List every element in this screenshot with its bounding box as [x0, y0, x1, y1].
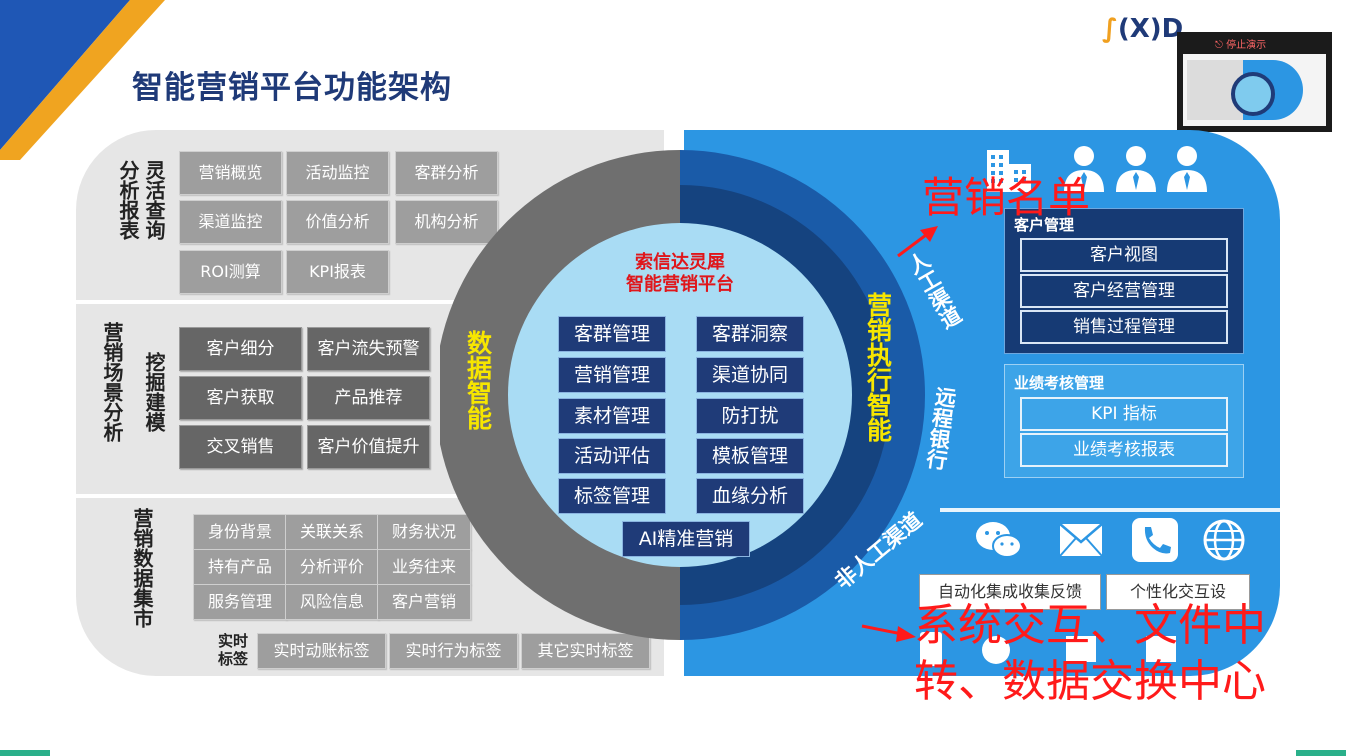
realtime-tags-label: 实时标签: [217, 632, 248, 668]
btn-risk-info[interactable]: 风险信息: [285, 584, 379, 620]
section2-label-col1: 营销场景分析: [100, 322, 124, 447]
kpi-mgmt-title: 业绩考核管理: [1014, 374, 1105, 392]
btn-value-analysis[interactable]: 价值分析: [286, 200, 389, 244]
btn-marketing-mgmt[interactable]: 营销管理: [558, 357, 666, 393]
stop-presentation-label: 停止演示: [1226, 40, 1267, 51]
integral-icon: ∫: [1102, 14, 1118, 44]
btn-kpi-indicator[interactable]: KPI 指标: [1020, 397, 1228, 431]
btn-customer-view[interactable]: 客户视图: [1020, 238, 1228, 272]
stop-presentation-button[interactable]: ⎋ 停止演示: [1215, 36, 1266, 51]
platform-title-line2: 智能营销平台: [626, 274, 734, 295]
section2-label-col2: 挖掘建模: [142, 352, 166, 437]
btn-channel-collab[interactable]: 渠道协同: [696, 357, 804, 393]
btn-analysis-rating[interactable]: 分析评价: [285, 549, 379, 585]
platform-title-line1: 索信达灵犀: [635, 252, 725, 273]
marketing-execution-label: 营销执行智能: [860, 292, 896, 449]
btn-held-products[interactable]: 持有产品: [193, 549, 287, 585]
btn-channel-monitor[interactable]: 渠道监控: [179, 200, 282, 244]
btn-service-management[interactable]: 服务管理: [193, 584, 287, 620]
btn-customer-segmentation[interactable]: 客户细分: [179, 327, 302, 371]
btn-roi-calc[interactable]: ROI测算: [179, 250, 282, 294]
page-title: 智能营销平台功能架构: [132, 70, 452, 106]
data-intelligence-label: 数据智能: [460, 330, 496, 437]
btn-realtime-transaction-tags[interactable]: 实时动账标签: [257, 633, 386, 669]
section-divider: [940, 508, 1280, 512]
label-text: 数据智能: [463, 330, 493, 430]
btn-segment-insight[interactable]: 客群洞察: [696, 316, 804, 352]
mail-icon: [1059, 523, 1103, 557]
globe-icon: [1203, 519, 1245, 561]
btn-ai-precision-marketing[interactable]: AI精准营销: [622, 521, 750, 557]
label-text: 营销执行智能: [863, 292, 893, 442]
arrow-icon: [897, 226, 938, 258]
bottom-accent: [0, 750, 50, 756]
btn-segment-mgmt[interactable]: 客群管理: [558, 316, 666, 352]
btn-lineage-analysis[interactable]: 血缘分析: [696, 478, 804, 514]
section3-label: 营销数据集市: [130, 508, 154, 633]
annotation-line1: 系统交互、文件中: [914, 600, 1266, 651]
arrow-icon: [861, 624, 916, 642]
section1-label-col1: 分析报表: [116, 160, 140, 245]
btn-identity-background[interactable]: 身份背景: [193, 514, 287, 550]
btn-activity-eval[interactable]: 活动评估: [558, 438, 666, 474]
btn-product-recommend[interactable]: 产品推荐: [307, 376, 430, 420]
preview-thumbnail: [1183, 54, 1326, 126]
label-text: 营销数据集市: [130, 508, 154, 628]
company-logo: ∫(X)D: [1102, 14, 1183, 44]
presentation-preview[interactable]: ⎋ 停止演示: [1177, 32, 1332, 132]
btn-marketing-overview[interactable]: 营销概览: [179, 151, 282, 195]
label-text: 灵活查询: [142, 160, 166, 240]
phone-icon: [1132, 518, 1178, 562]
annotation-system-interaction: 系统交互、文件中 转、数据交换中心: [914, 598, 1266, 710]
btn-relationships[interactable]: 关联关系: [285, 514, 379, 550]
btn-churn-warning[interactable]: 客户流失预警: [307, 327, 430, 371]
label-text: 挖掘建模: [142, 352, 166, 432]
platform-title: 索信达灵犀 智能营销平台: [600, 252, 760, 296]
label-text: 营销场景分析: [100, 322, 124, 442]
btn-performance-report[interactable]: 业绩考核报表: [1020, 433, 1228, 467]
btn-tag-mgmt[interactable]: 标签管理: [558, 478, 666, 514]
wechat-icon: [976, 522, 1022, 558]
btn-material-mgmt[interactable]: 素材管理: [558, 398, 666, 434]
logo-text: (X)D: [1117, 14, 1184, 44]
annotation-line2: 转、数据交换中心: [914, 656, 1266, 707]
label-text: 分析报表: [116, 160, 140, 240]
btn-kpi-report[interactable]: KPI报表: [286, 250, 389, 294]
btn-anti-disturb[interactable]: 防打扰: [696, 398, 804, 434]
section1-label-col2: 灵活查询: [142, 160, 166, 245]
person-icon: [1167, 146, 1207, 192]
btn-template-mgmt[interactable]: 模板管理: [696, 438, 804, 474]
btn-cross-selling[interactable]: 交叉销售: [179, 425, 302, 469]
person-icon: [1116, 146, 1156, 192]
btn-customer-acquisition[interactable]: 客户获取: [179, 376, 302, 420]
btn-sales-process[interactable]: 销售过程管理: [1020, 310, 1228, 344]
bottom-accent: [1296, 750, 1346, 756]
central-ring: [440, 150, 925, 640]
annotation-marketing-list: 营销名单: [922, 173, 1091, 222]
btn-activity-monitor[interactable]: 活动监控: [286, 151, 389, 195]
btn-customer-value[interactable]: 客户价值提升: [307, 425, 430, 469]
btn-customer-operation[interactable]: 客户经营管理: [1020, 274, 1228, 308]
